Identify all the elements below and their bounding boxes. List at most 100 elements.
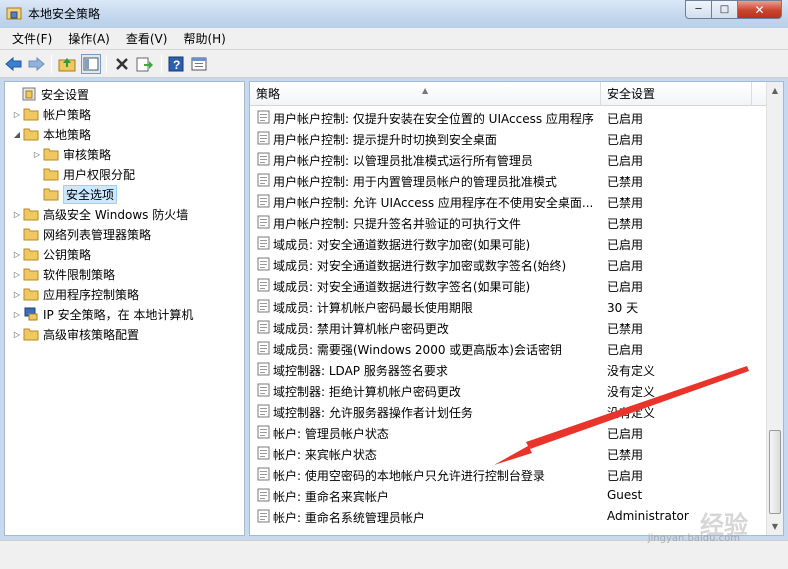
table-row[interactable]: 用户帐户控制: 允许 UIAccess 应用程序在不使用安全桌面... 已禁用 xyxy=(250,191,767,212)
table-row[interactable]: 用户帐户控制: 用于内置管理员帐户的管理员批准模式 已禁用 xyxy=(250,170,767,191)
toolbar: ? xyxy=(0,50,788,78)
console-tree[interactable]: 安全设置 ▷ 帐户策略 ◢ 本地策略 ▷ 审核策略 用户权限分配 安全选项 ▷ 高级安全 Windo… xyxy=(4,81,245,536)
table-row[interactable]: 域控制器: 拒绝计算机帐户密码更改 没有定义 xyxy=(250,380,767,401)
table-row[interactable]: 域成员: 禁用计算机帐户密码更改 已禁用 xyxy=(250,317,767,338)
list-header: ▲ 策略 安全设置 xyxy=(250,82,767,106)
policy-icon xyxy=(257,488,271,502)
table-row[interactable]: 帐户: 来宾帐户状态 已禁用 xyxy=(250,443,767,464)
column-header-policy[interactable]: ▲ 策略 xyxy=(250,82,601,106)
folder-icon xyxy=(43,166,59,182)
close-button[interactable]: ✕ xyxy=(738,0,782,19)
scroll-down-arrow-icon[interactable]: ▼ xyxy=(767,518,783,535)
tree-item-label: 帐户策略 xyxy=(43,107,92,122)
policy-setting: 已启用 xyxy=(607,154,644,168)
expand-triangle-icon[interactable]: ▷ xyxy=(11,330,23,339)
menu-bar: 文件(F) 操作(A) 查看(V) 帮助(H) xyxy=(0,28,788,50)
folder-icon xyxy=(43,146,59,162)
title-bar: 本地安全策略 ─ □ ✕ xyxy=(0,0,788,28)
menu-help[interactable]: 帮助(H) xyxy=(175,29,233,49)
expand-triangle-icon[interactable]: ▷ xyxy=(11,110,23,119)
folder-icon xyxy=(23,226,39,242)
tree-item-label: 应用程序控制策略 xyxy=(43,287,140,302)
policy-setting: 已禁用 xyxy=(607,322,644,336)
menu-action[interactable]: 操作(A) xyxy=(60,29,118,49)
forward-arrow-icon[interactable] xyxy=(26,54,46,74)
column-header-setting[interactable]: 安全设置 xyxy=(602,82,752,106)
policy-name: 用户帐户控制: 仅提升安装在安全位置的 UIAccess 应用程序 xyxy=(273,112,594,126)
table-row[interactable]: 域控制器: LDAP 服务器签名要求 没有定义 xyxy=(250,359,767,380)
up-folder-icon[interactable] xyxy=(57,54,77,74)
toolbar-separator xyxy=(161,55,162,73)
show-tree-icon[interactable] xyxy=(81,54,101,74)
folder-icon xyxy=(23,126,39,142)
policy-name: 用户帐户控制: 用于内置管理员帐户的管理员批准模式 xyxy=(273,175,557,189)
expand-triangle-icon[interactable]: ▷ xyxy=(31,150,43,159)
table-row[interactable]: 域控制器: 允许服务器操作者计划任务 没有定义 xyxy=(250,401,767,422)
table-row[interactable]: 域成员: 计算机帐户密码最长使用期限 30 天 xyxy=(250,296,767,317)
table-row[interactable]: 帐户: 管理员帐户状态 已启用 xyxy=(250,422,767,443)
policy-name: 域成员: 计算机帐户密码最长使用期限 xyxy=(273,301,473,315)
policy-setting: 没有定义 xyxy=(607,385,656,399)
tree-item[interactable]: ▷ 审核策略 xyxy=(31,144,111,164)
tree-item[interactable]: 用户权限分配 xyxy=(31,164,135,184)
policy-icon xyxy=(257,215,271,229)
policy-list[interactable]: ▲ 策略 安全设置 用户帐户控制: 仅提升安装在安全位置的 UIAccess 应… xyxy=(249,81,784,536)
scroll-up-arrow-icon[interactable]: ▲ xyxy=(767,82,783,99)
tree-item[interactable]: ▷ 应用程序控制策略 xyxy=(11,284,139,304)
tree-item[interactable]: ▷ 高级安全 Windows 防火墙 xyxy=(11,204,188,224)
table-row[interactable]: 帐户: 重命名来宾帐户 Guest xyxy=(250,485,767,506)
ip-security-icon xyxy=(23,306,39,322)
policy-setting: 已禁用 xyxy=(607,196,644,210)
table-row[interactable]: 域成员: 对安全通道数据进行数字加密(如果可能) 已启用 xyxy=(250,233,767,254)
back-arrow-icon[interactable] xyxy=(4,54,24,74)
tree-item[interactable]: 安全选项 xyxy=(31,184,118,204)
policy-name: 帐户: 使用空密码的本地帐户只允许进行控制台登录 xyxy=(273,469,545,483)
scrollbar-thumb[interactable] xyxy=(769,430,781,514)
properties-icon[interactable] xyxy=(189,54,209,74)
policy-name: 帐户: 来宾帐户状态 xyxy=(273,448,377,462)
policy-setting: 已禁用 xyxy=(607,217,644,231)
maximize-button[interactable]: □ xyxy=(712,0,738,19)
menu-view[interactable]: 查看(V) xyxy=(118,29,176,49)
export-icon[interactable] xyxy=(135,54,155,74)
delete-icon[interactable] xyxy=(112,54,132,74)
tree-item[interactable]: ▷ 公钥策略 xyxy=(11,244,91,264)
table-row[interactable]: 域成员: 对安全通道数据进行数字签名(如果可能) 已启用 xyxy=(250,275,767,296)
tree-item[interactable]: 网络列表管理器策略 xyxy=(11,224,151,244)
policy-name: 帐户: 重命名系统管理员帐户 xyxy=(273,511,425,525)
folder-icon xyxy=(43,186,59,202)
policy-setting: Guest xyxy=(607,488,643,502)
policy-setting: 30 天 xyxy=(607,301,639,315)
table-row[interactable]: 域成员: 需要强(Windows 2000 或更高版本)会话密钥 已启用 xyxy=(250,338,767,359)
collapse-triangle-icon[interactable]: ◢ xyxy=(11,130,23,139)
vertical-scrollbar[interactable]: ▲ ▼ xyxy=(766,82,783,535)
help-icon[interactable]: ? xyxy=(166,54,186,74)
tree-item[interactable]: ◢ 本地策略 xyxy=(11,124,91,144)
tree-item[interactable]: ▷ 高级审核策略配置 xyxy=(11,324,139,344)
tree-item[interactable]: ▷ IP 安全策略，在 本地计算机 xyxy=(11,304,193,324)
table-row[interactable]: 帐户: 使用空密码的本地帐户只允许进行控制台登录 已启用 xyxy=(250,464,767,485)
expand-triangle-icon[interactable]: ▷ xyxy=(11,210,23,219)
expand-triangle-icon[interactable]: ▷ xyxy=(11,290,23,299)
expand-triangle-icon[interactable]: ▷ xyxy=(11,270,23,279)
tree-item[interactable]: 安全设置 xyxy=(9,84,89,104)
expand-triangle-icon[interactable]: ▷ xyxy=(11,310,23,319)
table-row[interactable]: 用户帐户控制: 仅提升安装在安全位置的 UIAccess 应用程序 已启用 xyxy=(250,107,767,128)
policy-setting: 已禁用 xyxy=(607,175,644,189)
status-bar xyxy=(0,540,788,569)
policy-icon xyxy=(257,236,271,250)
tree-item-label: 安全设置 xyxy=(41,87,90,102)
tree-item[interactable]: ▷ 帐户策略 xyxy=(11,104,91,124)
table-row[interactable]: 用户帐户控制: 以管理员批准模式运行所有管理员 已启用 xyxy=(250,149,767,170)
table-row[interactable]: 域成员: 对安全通道数据进行数字加密或数字签名(始终) 已启用 xyxy=(250,254,767,275)
table-row[interactable]: 用户帐户控制: 只提升签名并验证的可执行文件 已禁用 xyxy=(250,212,767,233)
policy-name: 域成员: 禁用计算机帐户密码更改 xyxy=(273,322,449,336)
policy-name: 帐户: 重命名来宾帐户 xyxy=(273,490,389,504)
expand-triangle-icon[interactable]: ▷ xyxy=(11,250,23,259)
tree-item[interactable]: ▷ 软件限制策略 xyxy=(11,264,115,284)
minimize-button[interactable]: ─ xyxy=(685,0,712,19)
policy-name: 帐户: 管理员帐户状态 xyxy=(273,427,389,441)
menu-file[interactable]: 文件(F) xyxy=(4,29,60,49)
table-row[interactable]: 用户帐户控制: 提示提升时切换到安全桌面 已启用 xyxy=(250,128,767,149)
table-row[interactable]: 帐户: 重命名系统管理员帐户 Administrator xyxy=(250,506,767,527)
